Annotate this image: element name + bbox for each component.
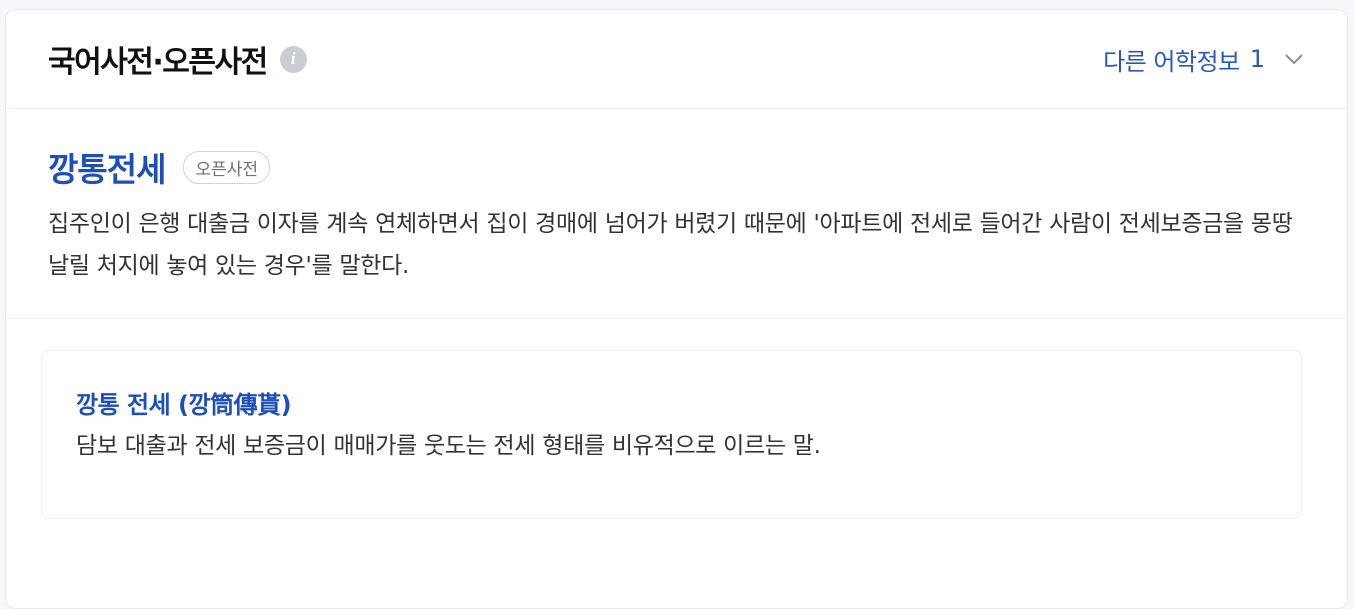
related-entry-definition: 담보 대출과 전세 보증금이 매매가를 웃도는 전세 형태를 비유적으로 이르는…: [76, 433, 821, 459]
more-language-info-button[interactable]: 다른 어학정보 1: [1103, 42, 1305, 77]
related-entry-word[interactable]: 깡통 전세 (깡筒傳貰): [76, 385, 1267, 420]
entry-head: 깡통전세 오픈사전: [48, 143, 1305, 191]
section-title: 국어사전·오픈사전: [48, 45, 268, 80]
source-badge: 오픈사전: [183, 150, 271, 184]
card-header: 국어사전·오픈사전 i 다른 어학정보 1: [6, 10, 1347, 109]
dictionary-entry: 깡통전세 오픈사전 집주인이 은행 대출금 이자를 계속 연체하면서 집이 경매…: [6, 109, 1347, 319]
entry-definition: 집주인이 은행 대출금 이자를 계속 연체하면서 집이 경매에 넘어가 버렸기 …: [48, 211, 1293, 279]
info-icon[interactable]: i: [279, 45, 307, 73]
more-language-info-count: 1: [1249, 45, 1265, 73]
more-language-info-label: 다른 어학정보: [1103, 47, 1240, 76]
dictionary-card: 국어사전·오픈사전 i 다른 어학정보 1 깡통전세 오픈사전 집주인이 은행 …: [5, 9, 1348, 609]
related-entry-card[interactable]: 깡통 전세 (깡筒傳貰) 담보 대출과 전세 보증금이 매매가를 웃도는 전세 …: [41, 350, 1302, 519]
header-title-group: 국어사전·오픈사전 i: [48, 37, 307, 81]
entry-word-link[interactable]: 깡통전세: [48, 143, 166, 191]
chevron-down-icon: [1285, 54, 1303, 65]
